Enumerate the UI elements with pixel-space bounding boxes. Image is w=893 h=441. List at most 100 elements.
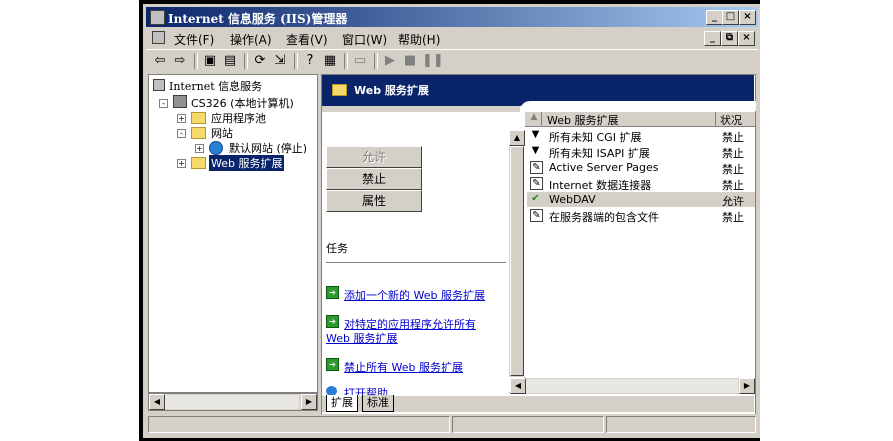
list-header: ▲ Web 服务扩展 状况 bbox=[525, 112, 755, 127]
task-allow-for-app-line2[interactable]: Web 服务扩展 bbox=[326, 330, 397, 346]
menu-action[interactable]: 操作(A) bbox=[230, 31, 272, 48]
folder-icon bbox=[191, 157, 206, 169]
properties-icon[interactable]: ▦ bbox=[322, 53, 338, 69]
toolbar-separator bbox=[374, 53, 378, 69]
list-hscrollbar[interactable]: ◀ ▶ bbox=[510, 378, 755, 394]
refresh-icon[interactable]: ⟳ bbox=[252, 53, 268, 69]
toolbar-separator bbox=[294, 53, 298, 69]
allowed-check-icon: ✔ bbox=[531, 193, 540, 204]
iis-app-icon bbox=[150, 10, 165, 25]
status-cell bbox=[148, 416, 450, 433]
toolbar-separator bbox=[344, 53, 348, 69]
document-icon: ✎ bbox=[530, 177, 543, 190]
properties-button[interactable]: 属性 bbox=[326, 190, 422, 212]
menu-bar: 文件(F) 操作(A) 查看(V) 窗口(W) 帮助(H) _ ⧉ × bbox=[146, 28, 758, 48]
close-button[interactable]: × bbox=[739, 10, 756, 25]
status-cell bbox=[452, 416, 604, 433]
minimize-button[interactable]: _ bbox=[706, 10, 723, 25]
status-bar bbox=[146, 414, 758, 434]
document-icon: ✎ bbox=[530, 209, 543, 222]
tree-pane[interactable]: Internet 信息服务 - CS326 (本地计算机) + 应用程序池 - … bbox=[148, 74, 318, 393]
details-title: Web 服务扩展 bbox=[354, 84, 429, 97]
list-item[interactable]: ✎ 在服务器端的包含文件 禁止 bbox=[527, 208, 755, 224]
tree-expander-websites[interactable]: - bbox=[177, 129, 186, 138]
column-divider[interactable] bbox=[715, 112, 716, 126]
tree-app-pools[interactable]: 应用程序池 bbox=[211, 110, 266, 126]
menu-help[interactable]: 帮助(H) bbox=[398, 31, 440, 48]
tree-expander-default-site[interactable]: + bbox=[195, 144, 204, 153]
status-cell bbox=[606, 416, 756, 433]
forward-arrow-icon[interactable]: ⇨ bbox=[172, 53, 188, 69]
tasks-heading: 任务 bbox=[326, 242, 348, 255]
pause-icon[interactable]: ❚❚ bbox=[422, 53, 444, 69]
toolbar-separator bbox=[244, 53, 248, 69]
export-list-icon[interactable]: ⇲ bbox=[272, 53, 288, 69]
menu-view[interactable]: 查看(V) bbox=[286, 31, 328, 48]
tasks-divider bbox=[326, 262, 506, 263]
mdi-icon[interactable] bbox=[152, 31, 165, 44]
scroll-right-icon[interactable]: ▶ bbox=[301, 394, 317, 410]
tree-expander-app-pools[interactable]: + bbox=[177, 114, 186, 123]
scroll-right-icon[interactable]: ▶ bbox=[739, 378, 755, 394]
mdi-close-button[interactable]: × bbox=[738, 31, 755, 46]
header-curve bbox=[520, 101, 756, 111]
task-open-help[interactable]: 打开帮助 bbox=[344, 385, 388, 395]
scroll-left-icon[interactable]: ◀ bbox=[149, 394, 165, 410]
filter-icon: ▼ bbox=[531, 145, 540, 156]
title-bar[interactable]: Internet 信息服务 (IIS)管理器 _ □ × bbox=[146, 7, 758, 27]
tree-default-site[interactable]: 默认网站 (停止) bbox=[229, 140, 307, 156]
sort-ascending-icon[interactable]: ▲ bbox=[527, 112, 542, 125]
taskpad-vscrollbar[interactable]: ▲ ▼ bbox=[509, 130, 525, 393]
document-icon: ✎ bbox=[530, 161, 543, 174]
filter-icon: ▼ bbox=[531, 129, 540, 140]
prohibit-button[interactable]: 禁止 bbox=[326, 168, 422, 190]
mdi-minimize-button[interactable]: _ bbox=[704, 31, 721, 46]
scroll-left-icon[interactable]: ◀ bbox=[510, 378, 526, 394]
tree-expander-web-ext[interactable]: + bbox=[177, 159, 186, 168]
up-folder-icon[interactable]: ▣ bbox=[202, 53, 218, 69]
scroll-track[interactable] bbox=[526, 379, 738, 393]
globe-stopped-icon bbox=[209, 141, 223, 155]
maximize-button[interactable]: □ bbox=[722, 10, 739, 25]
green-arrow-icon: ➔ bbox=[326, 358, 339, 371]
folder-icon bbox=[191, 112, 206, 124]
task-prohibit-all[interactable]: 禁止所有 Web 服务扩展 bbox=[344, 359, 463, 375]
column-header-name[interactable]: Web 服务扩展 bbox=[547, 112, 618, 128]
back-arrow-icon[interactable]: ⇦ bbox=[152, 53, 168, 69]
computer-icon bbox=[173, 95, 187, 108]
play-icon[interactable]: ▶ bbox=[382, 53, 398, 69]
tree-expander-computer[interactable]: - bbox=[159, 99, 168, 108]
menu-window[interactable]: 窗口(W) bbox=[342, 31, 387, 48]
iis-root-icon bbox=[153, 79, 165, 91]
folder-icon bbox=[191, 127, 206, 139]
tab-extended[interactable]: 扩展 bbox=[326, 395, 358, 412]
computer-icon[interactable]: ▭ bbox=[352, 53, 368, 69]
task-add-extension[interactable]: 添加一个新的 Web 服务扩展 bbox=[344, 287, 485, 303]
folder-icon bbox=[332, 84, 347, 96]
show-tree-icon[interactable]: ▤ bbox=[222, 53, 238, 69]
scroll-thumb[interactable] bbox=[510, 146, 524, 376]
column-header-status[interactable]: 状况 bbox=[720, 112, 742, 128]
list-item[interactable]: ▼ 所有未知 ISAPI 扩展 禁止 bbox=[527, 144, 755, 160]
list-item-selected[interactable]: ✔ WebDAV 允许 bbox=[527, 192, 755, 208]
allow-button[interactable]: 允许 bbox=[326, 146, 422, 168]
tab-standard[interactable]: 标准 bbox=[362, 395, 394, 412]
menu-file[interactable]: 文件(F) bbox=[174, 31, 214, 48]
list-item[interactable]: ▼ 所有未知 CGI 扩展 禁止 bbox=[527, 128, 755, 144]
tree-root[interactable]: Internet 信息服务 bbox=[169, 78, 262, 94]
tree-hscrollbar[interactable]: ◀ ▶ bbox=[148, 393, 318, 411]
scroll-track[interactable] bbox=[165, 395, 299, 409]
tree-web-ext-selected[interactable]: Web 服务扩展 bbox=[209, 155, 285, 171]
scroll-up-icon[interactable]: ▲ bbox=[509, 130, 525, 146]
tree-computer[interactable]: CS326 (本地计算机) bbox=[191, 95, 294, 111]
list-item[interactable]: ✎ Active Server Pages 禁止 bbox=[527, 160, 755, 176]
mdi-restore-button[interactable]: ⧉ bbox=[721, 31, 738, 46]
list-item[interactable]: ✎ Internet 数据连接器 禁止 bbox=[527, 176, 755, 192]
green-arrow-icon: ➔ bbox=[326, 315, 339, 328]
task-pad: 允许 禁止 属性 任务 ➔ 添加一个新的 Web 服务扩展 ➔ 对特定的应用程序… bbox=[322, 112, 508, 396]
stop-icon[interactable]: ■ bbox=[402, 53, 418, 69]
toolbar: ⇦ ⇨ ▣ ▤ ⟳ ⇲ ? ▦ ▭ ▶ ■ ❚❚ bbox=[146, 49, 758, 72]
help-icon[interactable]: ? bbox=[302, 53, 318, 69]
tree-websites[interactable]: 网站 bbox=[211, 125, 233, 141]
green-arrow-icon: ➔ bbox=[326, 286, 339, 299]
